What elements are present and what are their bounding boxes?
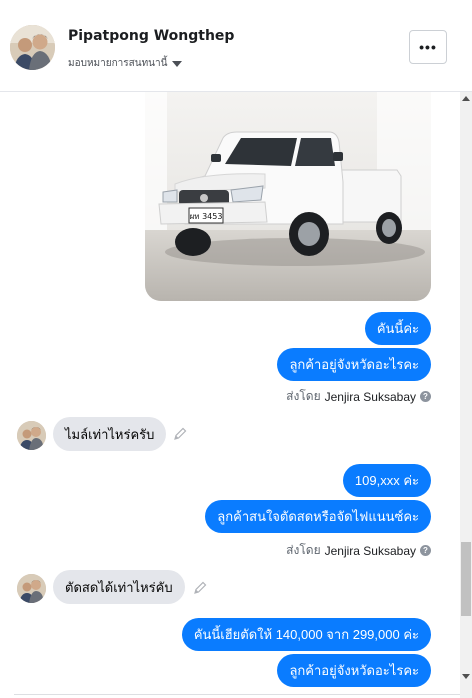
white-pickup-truck-photo[interactable]: ผท 3453 <box>145 92 431 301</box>
message-text: คันนี้เฮียตัดให้ 140,000 จาก 299,000 ค่ะ <box>193 627 419 642</box>
scrollbar-thumb[interactable] <box>461 542 471 616</box>
message-thread: ผท 3453 คันนี้ค่ะ ลูกค้าอยู่จังหวัดอะไรค… <box>0 92 460 698</box>
sent-by-prefix: ส่งโดย <box>286 389 321 403</box>
scroll-up-arrow-icon[interactable] <box>462 96 470 101</box>
message-incoming: ไมล์เท่าไหร่ครับ <box>53 417 167 451</box>
message-outgoing: ลูกค้าอยู่จังหวัดอะไรคะ <box>277 348 431 381</box>
avatar <box>17 574 46 603</box>
message-text: 109,xxx ค่ะ <box>354 473 419 488</box>
question-circle-icon[interactable]: ? <box>420 391 431 402</box>
message-text: คันนี้ค่ะ <box>376 321 419 336</box>
sent-by-caption: ส่งโดย Jenjira Suksabay ? <box>286 387 431 406</box>
message-text: ลูกค้าสนใจตัดสดหรือจัดไฟแนนซ์คะ <box>217 509 419 524</box>
assign-label: มอบหมายการสนทนานี้ <box>68 58 168 69</box>
message-outgoing: คันนี้เฮียตัดให้ 140,000 จาก 299,000 ค่ะ <box>181 618 431 651</box>
chat-scrollbar[interactable] <box>460 92 472 698</box>
sent-by-prefix: ส่งโดย <box>286 543 321 557</box>
avatar <box>17 421 46 450</box>
more-options-button[interactable]: ••• <box>409 30 447 64</box>
message-incoming: ตัดสดได้เท่าไหร่คับ <box>53 570 185 604</box>
avatar[interactable] <box>10 25 55 70</box>
message-outgoing: 109,xxx ค่ะ <box>342 464 431 497</box>
question-circle-icon[interactable]: ? <box>420 545 431 556</box>
message-outgoing: คันนี้ค่ะ <box>364 312 431 345</box>
sent-by-name: Jenjira Suksabay <box>324 389 416 404</box>
message-outgoing: ลูกค้าอยู่จังหวัดอะไรคะ <box>277 654 431 687</box>
message-text: ลูกค้าอยู่จังหวัดอะไรคะ <box>289 357 419 372</box>
message-text: ตัดสดได้เท่าไหร่คับ <box>65 579 173 595</box>
license-plate: ผท 3453 <box>190 212 223 221</box>
message-text: ไมล์เท่าไหร่ครับ <box>65 426 155 442</box>
sent-by-caption: ส่งโดย Jenjira Suksabay ? <box>286 541 431 560</box>
pencil-icon[interactable] <box>172 426 188 442</box>
message-text: ลูกค้าอยู่จังหวัดอะไรคะ <box>289 663 419 678</box>
pencil-icon[interactable] <box>192 580 208 596</box>
more-options-icon: ••• <box>419 39 437 55</box>
conversation-header: Pipatpong Wongthep มอบหมายการสนทนานี้ ••… <box>0 0 472 92</box>
scroll-down-arrow-icon[interactable] <box>462 674 470 679</box>
composer-divider <box>14 694 460 698</box>
sent-by-name: Jenjira Suksabay <box>324 543 416 558</box>
assign-conversation-dropdown[interactable]: มอบหมายการสนทนานี้ <box>68 56 183 71</box>
message-outgoing: ลูกค้าสนใจตัดสดหรือจัดไฟแนนซ์คะ <box>205 500 431 533</box>
caret-down-icon <box>172 60 183 67</box>
contact-name: Pipatpong Wongthep <box>68 28 235 44</box>
